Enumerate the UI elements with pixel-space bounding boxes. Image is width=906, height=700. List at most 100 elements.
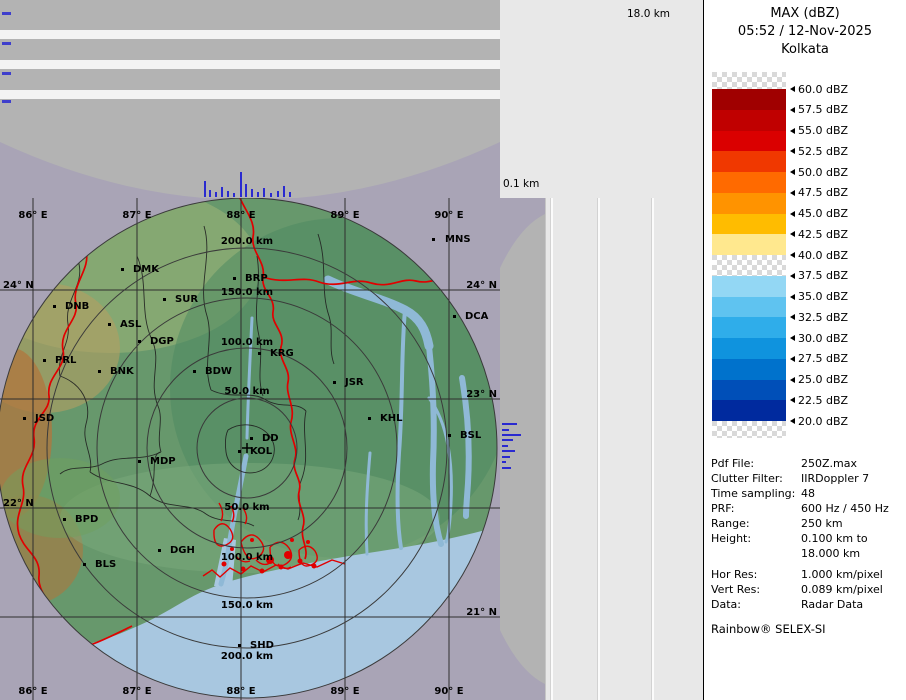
latitude-label: 24° N bbox=[3, 280, 34, 291]
city-marker bbox=[63, 518, 66, 521]
tick-arrow-icon bbox=[790, 418, 795, 424]
radar-echo-mark bbox=[289, 192, 291, 197]
tick-arrow-icon bbox=[790, 273, 795, 279]
longitude-label: 88° E bbox=[226, 210, 255, 221]
longitude-label: 86° E bbox=[18, 686, 47, 697]
info-key: Height: bbox=[711, 531, 801, 546]
tick-arrow-icon bbox=[790, 190, 795, 196]
city-label: BDW bbox=[205, 366, 232, 377]
radar-echo-mark bbox=[215, 192, 217, 197]
info-value: 0.089 km/pixel bbox=[801, 582, 905, 597]
city-label: KHL bbox=[380, 413, 403, 424]
info-row: Data:Radar Data bbox=[711, 597, 905, 612]
longitude-label: 87° E bbox=[122, 686, 151, 697]
city-label: JSD bbox=[34, 413, 54, 424]
radar-echo-mark bbox=[263, 188, 265, 197]
info-row: Clutter Filter:IIRDoppler 7 bbox=[711, 471, 905, 486]
tick-arrow-icon bbox=[790, 169, 795, 175]
city-marker bbox=[98, 370, 101, 373]
info-row: Height:0.100 km to bbox=[711, 531, 905, 546]
info-key: Clutter Filter: bbox=[711, 471, 801, 486]
dbz-color-block bbox=[712, 234, 786, 255]
ring-distance-label: 50.0 km bbox=[224, 386, 269, 397]
height-grid-line bbox=[550, 198, 553, 700]
ring-distance-label: 100.0 km bbox=[221, 337, 273, 348]
height-axis-max-label: 18.0 km bbox=[627, 8, 670, 20]
city-label: PRL bbox=[55, 355, 77, 366]
city-marker bbox=[83, 563, 86, 566]
dbz-scale-label: 37.5 dBZ bbox=[798, 269, 848, 282]
legend-panel: MAX (dBZ) 05:52 / 12-Nov-2025 Kolkata 60… bbox=[703, 0, 906, 700]
dbz-scale-entry: 22.5 dBZ bbox=[790, 393, 848, 407]
info-value: IIRDoppler 7 bbox=[801, 471, 905, 486]
city-label: BPD bbox=[75, 514, 98, 525]
city-label: DGP bbox=[150, 336, 174, 347]
software-brand: Rainbow® SELEX-SI bbox=[711, 622, 905, 637]
dbz-color-block bbox=[712, 338, 786, 359]
dbz-scale-entry: 37.5 dBZ bbox=[790, 269, 848, 283]
latitude-label: 23° N bbox=[466, 389, 497, 400]
dbz-scale-label: 42.5 dBZ bbox=[798, 228, 848, 241]
info-value: Radar Data bbox=[801, 597, 905, 612]
dbz-scale-label: 57.5 dBZ bbox=[798, 103, 848, 116]
city-label: BLS bbox=[95, 559, 116, 570]
height-grid-line bbox=[597, 198, 600, 700]
coastal-island-blob bbox=[230, 547, 234, 551]
dbz-scale-entry: 55.0 dBZ bbox=[790, 124, 848, 138]
dbz-scale-entry: 45.0 dBZ bbox=[790, 207, 848, 221]
tick-arrow-icon bbox=[790, 314, 795, 320]
ring-distance-label: 150.0 km bbox=[221, 287, 273, 298]
side-echo-layer bbox=[500, 198, 545, 700]
city-marker bbox=[448, 434, 451, 437]
info-value: 250Z.max bbox=[801, 456, 905, 471]
dbz-scale-label: 40.0 dBZ bbox=[798, 249, 848, 262]
radar-echo-mark bbox=[502, 456, 510, 458]
dbz-scale-label: 22.5 dBZ bbox=[798, 394, 848, 407]
info-value: 0.100 km to bbox=[801, 531, 905, 546]
radar-display-window: 200.0 km150.0 km100.0 km50.0 km50.0 km10… bbox=[0, 0, 906, 700]
dbz-color-block bbox=[712, 110, 786, 131]
longitude-label: 89° E bbox=[330, 686, 359, 697]
ring-distance-label: 200.0 km bbox=[221, 651, 273, 662]
city-marker bbox=[333, 381, 336, 384]
city-marker bbox=[193, 370, 196, 373]
latitude-label: 24° N bbox=[466, 280, 497, 291]
coastal-island-blob bbox=[298, 559, 303, 564]
longitude-label: 90° E bbox=[434, 210, 463, 221]
tick-arrow-icon bbox=[790, 356, 795, 362]
tick-arrow-icon bbox=[790, 335, 795, 341]
radar-echo-mark bbox=[502, 439, 513, 441]
tick-arrow-icon bbox=[790, 397, 795, 403]
city-label: KOL bbox=[250, 446, 273, 457]
product-info-block: Pdf File:250Z.maxClutter Filter:IIRDoppl… bbox=[711, 456, 905, 637]
dbz-scale-entry: 47.5 dBZ bbox=[790, 186, 848, 200]
info-key: Hor Res: bbox=[711, 567, 801, 582]
radar-echo-mark bbox=[257, 192, 259, 197]
tick-arrow-icon bbox=[790, 211, 795, 217]
info-key: Time sampling: bbox=[711, 486, 801, 501]
longitude-label: 88° E bbox=[226, 686, 255, 697]
radar-echo-mark bbox=[277, 191, 279, 197]
dbz-scale-entry: 50.0 dBZ bbox=[790, 165, 848, 179]
tick-arrow-icon bbox=[790, 107, 795, 113]
dbz-color-block bbox=[712, 421, 786, 438]
city-marker bbox=[432, 238, 435, 241]
tick-arrow-icon bbox=[790, 128, 795, 134]
city-label: DGH bbox=[170, 545, 195, 556]
dbz-scale-entry: 35.0 dBZ bbox=[790, 290, 848, 304]
top-cross-section-panel bbox=[0, 0, 500, 198]
product-name: MAX (dBZ) bbox=[704, 5, 906, 23]
dbz-color-block bbox=[712, 172, 786, 193]
tick-arrow-icon bbox=[790, 252, 795, 258]
coastal-island-blob bbox=[279, 565, 284, 570]
city-marker bbox=[238, 450, 241, 453]
info-row: Range:250 km bbox=[711, 516, 905, 531]
dbz-scale-entry: 32.5 dBZ bbox=[790, 310, 848, 324]
radar-echo-mark bbox=[502, 445, 508, 447]
info-key: Data: bbox=[711, 597, 801, 612]
city-marker bbox=[368, 417, 371, 420]
info-key: PRF: bbox=[711, 501, 801, 516]
city-marker bbox=[53, 305, 56, 308]
dbz-scale-label: 55.0 dBZ bbox=[798, 124, 848, 137]
city-label: BNK bbox=[110, 366, 135, 377]
